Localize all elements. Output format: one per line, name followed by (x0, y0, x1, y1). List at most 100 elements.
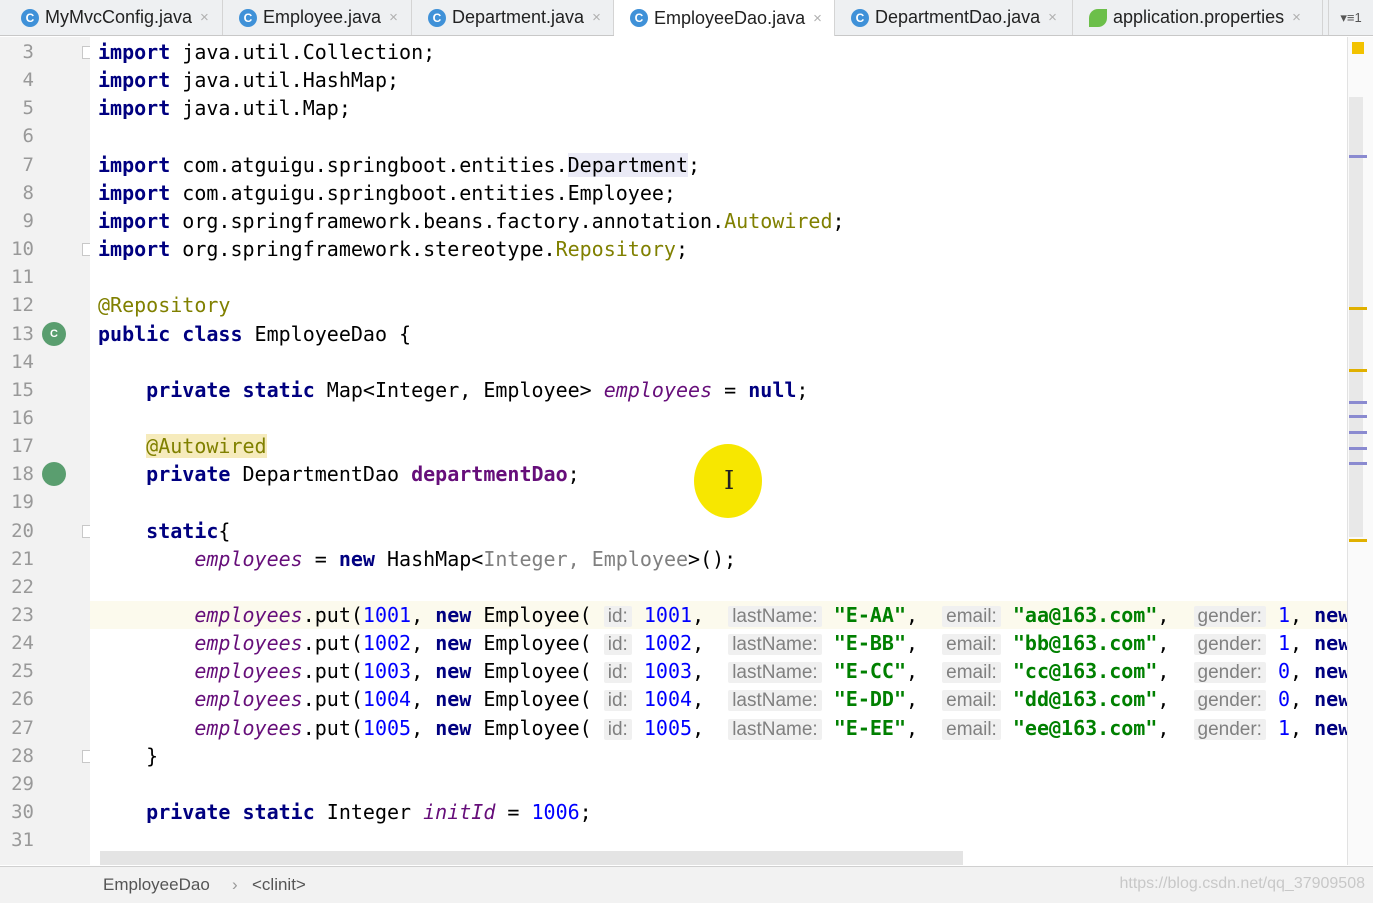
usage-marker[interactable] (1349, 415, 1367, 418)
error-stripe-scrollbar[interactable] (1347, 37, 1373, 865)
line-number: 12 (11, 294, 34, 317)
code-line[interactable]: private static Integer initId = 1006; (90, 798, 1347, 826)
line-number: 20 (11, 519, 34, 542)
tab-department-java[interactable]: C Department.java × (412, 0, 614, 35)
tab-application-properties[interactable]: application.properties × (1073, 0, 1323, 35)
code-token: import (98, 180, 171, 205)
code-line[interactable]: import com.atguigu.springboot.entities.E… (90, 179, 1347, 207)
usage-marker[interactable] (1349, 447, 1367, 450)
code-line[interactable]: import java.util.Map; (90, 94, 1347, 122)
usage-marker[interactable] (1349, 462, 1367, 465)
warning-marker[interactable] (1349, 539, 1367, 542)
line-number: 24 (11, 632, 34, 655)
code-line[interactable]: public class EmployeeDao { (90, 320, 1347, 348)
code-line[interactable]: static{ (90, 517, 1347, 545)
code-token: , (692, 603, 729, 627)
code-line[interactable]: employees.put(1003, new Employee( id: 10… (90, 657, 1347, 685)
usage-marker[interactable] (1349, 401, 1367, 404)
fold-marker-icon[interactable] (82, 524, 90, 538)
code-line[interactable]: import com.atguigu.springboot.entities.D… (90, 151, 1347, 179)
fold-marker-icon[interactable] (82, 46, 90, 59)
java-class-icon: C (428, 8, 446, 27)
vertical-scroll-thumb[interactable] (1349, 97, 1363, 537)
code-token: 0 (1278, 659, 1291, 684)
tab-overflow-menu-button[interactable]: ▾≡1 (1328, 0, 1373, 35)
code-token: employees (194, 546, 303, 571)
code-line[interactable]: import org.springframework.beans.factory… (90, 207, 1347, 235)
code-line[interactable] (90, 122, 1347, 150)
java-class-icon: C (239, 8, 257, 27)
tab-departmentdao-java[interactable]: C DepartmentDao.java × (835, 0, 1073, 35)
tab-mymvcconfig-java[interactable]: C MyMvcConfig.java × (5, 0, 223, 35)
close-tab-icon[interactable]: × (389, 9, 398, 26)
fold-marker-icon[interactable] (82, 749, 90, 763)
code-line[interactable]: import java.util.HashMap; (90, 66, 1347, 94)
code-token: new (1314, 715, 1347, 740)
code-token: , (692, 659, 729, 684)
code-line[interactable] (90, 404, 1347, 432)
warning-marker[interactable] (1349, 307, 1367, 310)
spring-bean-icon[interactable]: C (42, 321, 66, 346)
breadcrumb-member[interactable]: <clinit> (252, 875, 306, 895)
code-token: , (411, 603, 436, 627)
close-tab-icon[interactable]: × (813, 10, 822, 27)
code-line[interactable]: employees = new HashMap<Integer, Employe… (90, 545, 1347, 573)
tab-employeedao-java[interactable]: C EmployeeDao.java × (614, 0, 835, 36)
code-token: , (1157, 659, 1194, 684)
usage-marker[interactable] (1349, 431, 1367, 434)
code-token: departmentDao (411, 462, 568, 487)
code-token: null (748, 377, 797, 402)
warning-marker[interactable] (1349, 369, 1367, 372)
code-line[interactable]: private static Map<Integer, Employee> em… (90, 376, 1347, 404)
code-token: , (906, 687, 943, 712)
code-line[interactable]: } (90, 742, 1347, 770)
code-line[interactable]: employees.put(1004, new Employee( id: 10… (90, 685, 1347, 713)
code-token: 1 (1278, 631, 1291, 656)
code-token: , (1290, 659, 1315, 684)
code-token: 1001 (643, 603, 693, 627)
code-line[interactable] (90, 573, 1347, 601)
code-token: Department (567, 152, 689, 177)
line-number: 29 (11, 772, 34, 795)
tab-label: Department.java (452, 7, 585, 27)
code-token: java.util.Map; (170, 96, 351, 121)
code-line[interactable] (90, 263, 1347, 291)
horizontal-scrollbar[interactable] (100, 851, 963, 865)
tab-employee-java[interactable]: C Employee.java × (223, 0, 412, 35)
usage-marker[interactable] (1349, 155, 1367, 158)
code-token: .put( (302, 631, 363, 656)
navigate-to-bean-icon[interactable] (42, 462, 66, 487)
code-token: employees (194, 687, 303, 712)
fold-marker-icon[interactable] (82, 243, 90, 257)
breadcrumb-class[interactable]: EmployeeDao (103, 875, 210, 895)
close-tab-icon[interactable]: × (1048, 9, 1057, 26)
code-line[interactable]: import org.springframework.stereotype.Re… (90, 235, 1347, 263)
code-token: 0 (1278, 687, 1291, 712)
code-token: new (435, 659, 472, 684)
code-token: private (146, 462, 231, 487)
line-number: 16 (11, 406, 34, 429)
code-line[interactable] (90, 348, 1347, 376)
line-number: 25 (11, 660, 34, 683)
code-line[interactable]: import java.util.Collection; (90, 38, 1347, 66)
code-line[interactable]: @Repository (90, 291, 1347, 319)
code-line[interactable]: employees.put(1001, new Employee( id: 10… (90, 601, 1347, 629)
warning-status-icon[interactable] (1352, 42, 1364, 54)
code-line[interactable]: employees.put(1002, new Employee( id: 10… (90, 629, 1347, 657)
code-line[interactable] (90, 826, 1347, 854)
line-number: 21 (11, 547, 34, 570)
close-tab-icon[interactable]: × (592, 9, 601, 26)
close-tab-icon[interactable]: × (200, 9, 209, 26)
code-line[interactable] (90, 770, 1347, 798)
code-token: "E-BB" (833, 631, 907, 656)
close-tab-icon[interactable]: × (1292, 9, 1301, 26)
code-line[interactable]: employees.put(1005, new Employee( id: 10… (90, 714, 1347, 742)
